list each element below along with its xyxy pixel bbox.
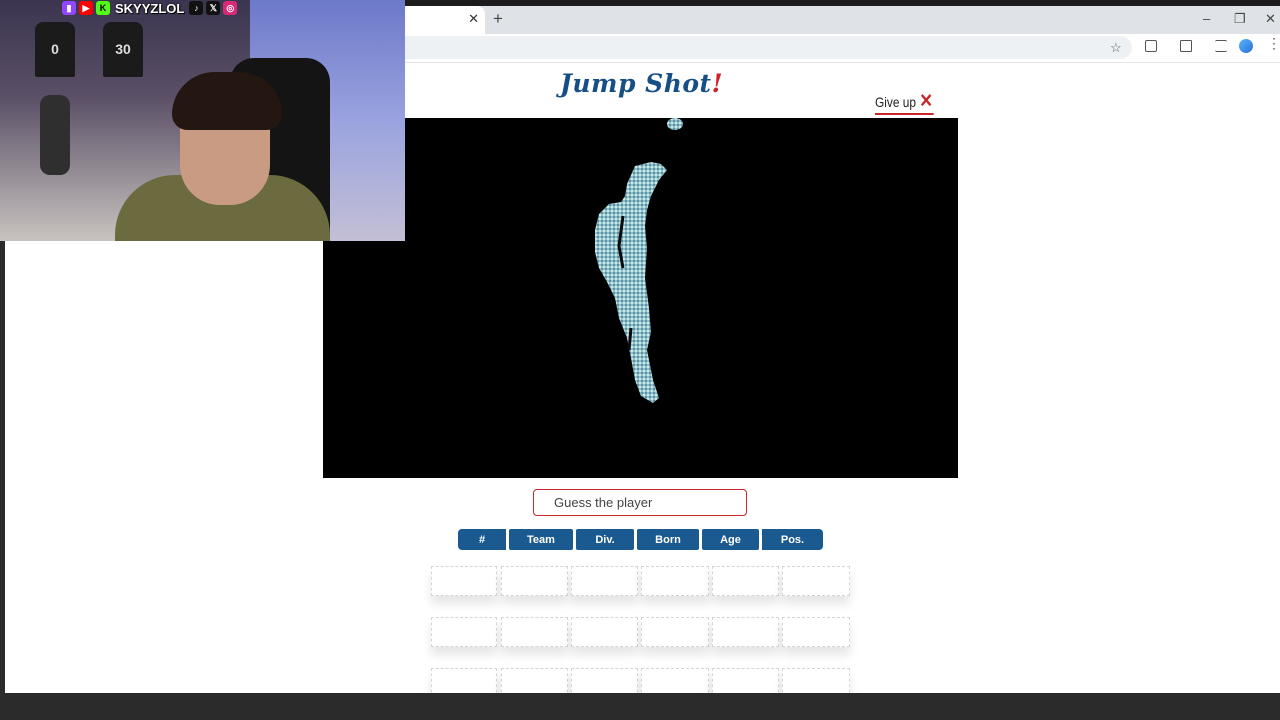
guess-cell [431,668,497,693]
streamer-handle: SKYYZLOL [115,0,185,16]
jersey-right: 30 [103,22,143,77]
profile-avatar[interactable] [1239,39,1253,53]
column-header-team: Team [509,529,573,550]
logo-text: Jump Shot [560,69,712,98]
logo-accent: ! [711,69,724,98]
webcam-overlay: 0 30 ▮ ▶ K SKYYZLOL ♪ 𝕏 ◎ [0,0,405,241]
browser-tab-active[interactable]: ✕ [405,6,485,34]
guess-cell [712,617,779,647]
star-icon[interactable]: ☆ [1110,40,1122,56]
browser-toolbar: ☆ ⋮ [405,34,1280,63]
guess-cell [431,566,497,596]
column-header-number: # [458,529,506,550]
close-window-button[interactable]: ✕ [1265,11,1276,27]
column-header-age: Age [702,529,759,550]
guess-cell [641,617,709,647]
guess-cell [501,668,568,693]
column-header-born: Born [637,529,699,550]
guess-cell [782,668,850,693]
silhouette-leg-gap [627,327,633,351]
minimize-button[interactable]: – [1203,11,1210,26]
column-header-position: Pos. [762,529,823,550]
player-silhouette-panel [323,118,958,478]
guess-cell [782,617,850,647]
tab-close-icon[interactable]: ✕ [468,11,479,27]
guess-cell [782,566,850,596]
give-up-button[interactable]: Give up ✕ [875,91,934,115]
instagram-icon: ◎ [223,1,238,15]
guess-cell [501,617,568,647]
microphone [40,95,70,175]
player-silhouette [595,118,683,403]
ball-shape [667,118,683,130]
guess-cell [641,668,709,693]
browser-tab-bar: ✕ + – ❐ ✕ [405,6,1280,34]
guess-cell [571,668,638,693]
streamer-hair [172,72,282,130]
close-icon: ✕ [919,91,933,112]
menu-icon[interactable]: ⋮ [1267,36,1280,50]
guess-cell [712,566,779,596]
x-icon: 𝕏 [206,1,221,15]
cast-icon[interactable] [1180,40,1192,52]
guess-cell [431,617,497,647]
restore-button[interactable]: ❐ [1234,11,1246,27]
column-header-division: Div. [576,529,634,550]
kick-icon: K [96,1,110,15]
twitch-icon: ▮ [62,1,76,15]
reading-list-icon[interactable] [1215,40,1227,52]
address-bar[interactable]: ☆ [405,36,1132,59]
guess-cell [712,668,779,693]
extensions-icon[interactable] [1145,40,1157,52]
streamer-social-bar: ▮ ▶ K SKYYZLOL ♪ 𝕏 ◎ [62,0,238,16]
guess-input[interactable] [533,489,747,516]
game-logo: Jump Shot! [560,69,730,109]
give-up-label: Give up [875,94,917,110]
silhouette-body [595,162,667,403]
jersey-left: 0 [35,22,75,77]
guess-cell [501,566,568,596]
new-tab-button[interactable]: + [493,9,503,29]
guess-cell [641,566,709,596]
guess-cell [571,566,638,596]
tiktok-icon: ♪ [189,1,204,15]
youtube-icon: ▶ [79,1,93,15]
taskbar-blur [0,693,1280,720]
guess-cell [571,617,638,647]
